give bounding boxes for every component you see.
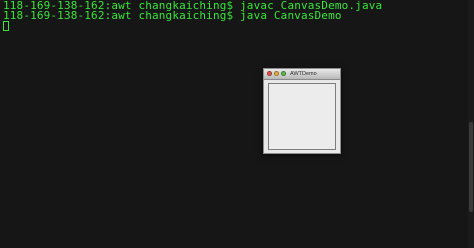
minimize-icon[interactable] [274, 71, 279, 76]
terminal-scrollbar[interactable] [468, 0, 474, 248]
zoom-icon[interactable] [281, 71, 286, 76]
terminal-window[interactable]: 118-169-138-162:awt changkaiching$ javac… [0, 0, 474, 248]
awt-demo-window[interactable]: AWTDemo [263, 68, 341, 154]
window-titlebar[interactable]: AWTDemo [264, 69, 340, 80]
terminal-cursor [3, 21, 9, 31]
scrollbar-thumb[interactable] [469, 122, 473, 212]
window-title: AWTDemo [290, 71, 317, 77]
awt-canvas[interactable] [268, 83, 336, 150]
terminal-line-java: 118-169-138-162:awt changkaiching$ java … [3, 9, 342, 22]
close-icon[interactable] [267, 71, 272, 76]
